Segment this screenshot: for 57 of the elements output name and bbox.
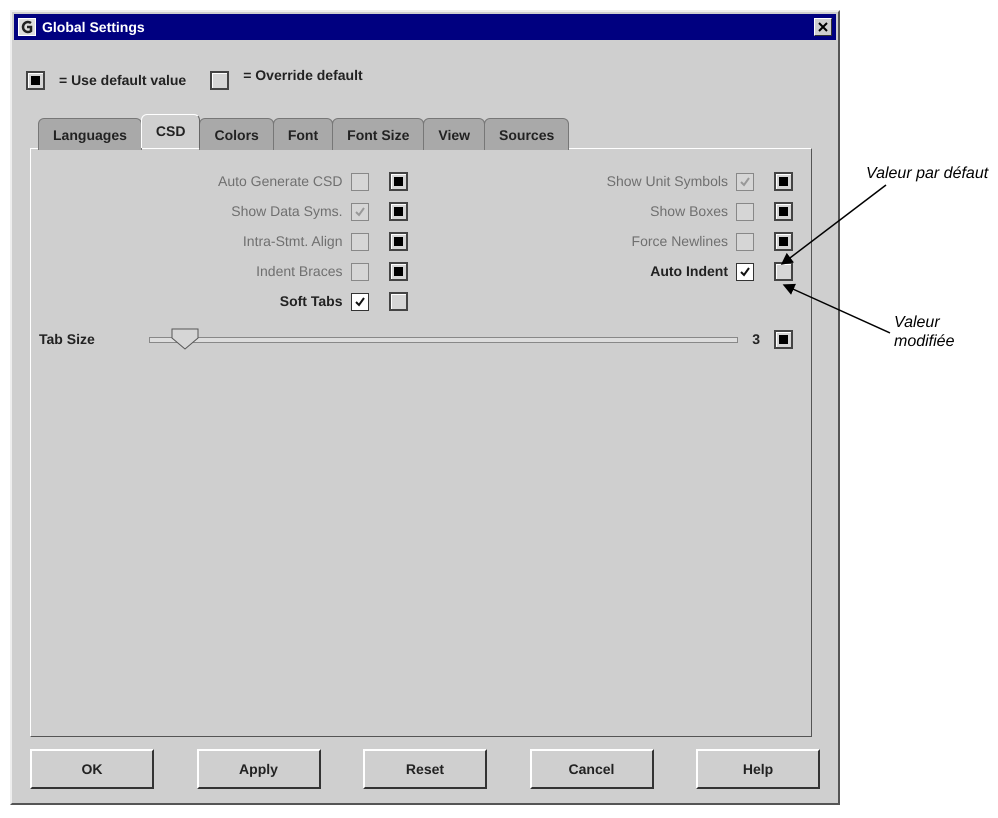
legend-text: = Use default value (59, 70, 186, 90)
default-checkbox[interactable] (774, 172, 793, 191)
dialog-button[interactable]: Reset (363, 749, 487, 789)
default-checkbox[interactable] (388, 202, 408, 221)
tab[interactable]: Colors (199, 118, 274, 150)
option-label: Show Data Syms. (231, 202, 342, 221)
override-symbol (210, 70, 230, 90)
dialog-button[interactable]: Cancel (530, 749, 654, 789)
checkbox[interactable] (350, 172, 368, 190)
check-icon (739, 176, 751, 188)
slider-thumb[interactable] (171, 328, 200, 350)
check-icon (739, 266, 751, 278)
option-label: Auto Indent (650, 262, 728, 281)
annotation-text: Valeur par défaut (866, 164, 990, 184)
option-label: Show Unit Symbols (606, 172, 728, 191)
default-checkbox[interactable] (388, 172, 408, 191)
check-icon (354, 296, 366, 308)
dialog-button[interactable]: Help (696, 749, 820, 789)
app-icon (18, 18, 36, 36)
checkbox[interactable] (736, 202, 754, 220)
default-symbol (26, 70, 45, 90)
option-label: Show Boxes (650, 202, 728, 221)
default-checkbox[interactable] (388, 262, 408, 281)
slider-value: 3 (752, 330, 760, 349)
tab[interactable]: CSD (140, 114, 200, 148)
checkbox[interactable] (350, 202, 368, 220)
default-checkbox[interactable] (388, 232, 408, 251)
close-icon (818, 22, 828, 32)
checkbox[interactable] (350, 262, 368, 280)
tab[interactable]: Sources (484, 118, 570, 150)
tab[interactable]: View (423, 118, 486, 150)
check-icon (354, 206, 366, 218)
tab[interactable]: Languages (38, 118, 142, 150)
option-label: Intra-Stmt. Align (242, 232, 342, 251)
default-checkbox[interactable] (774, 202, 793, 221)
option-label: Auto Generate CSD (218, 172, 342, 191)
slider-label: Tab Size (39, 330, 96, 349)
dialog-button[interactable]: Apply (196, 749, 320, 789)
checkbox[interactable] (350, 292, 368, 310)
option-label: Soft Tabs (280, 292, 342, 311)
default-checkbox[interactable] (388, 292, 408, 311)
checkbox[interactable] (736, 232, 754, 250)
tab[interactable]: Font (272, 118, 334, 150)
tab[interactable]: Font Size (332, 118, 424, 150)
window-title: Global Settings (42, 18, 145, 37)
close-button[interactable] (814, 18, 832, 36)
checkbox[interactable] (736, 172, 754, 190)
annotation-text: Valeur modifiée (894, 313, 956, 352)
option-label: Force Newlines (632, 232, 728, 251)
default-checkbox[interactable] (774, 262, 793, 281)
default-checkbox[interactable] (774, 232, 793, 251)
dialog-button[interactable]: OK (30, 749, 154, 789)
checkbox[interactable] (736, 262, 754, 280)
checkbox[interactable] (350, 232, 368, 250)
legend-text: = Override default (243, 66, 363, 84)
option-label: Indent Braces (256, 262, 342, 281)
default-checkbox[interactable] (774, 330, 793, 349)
